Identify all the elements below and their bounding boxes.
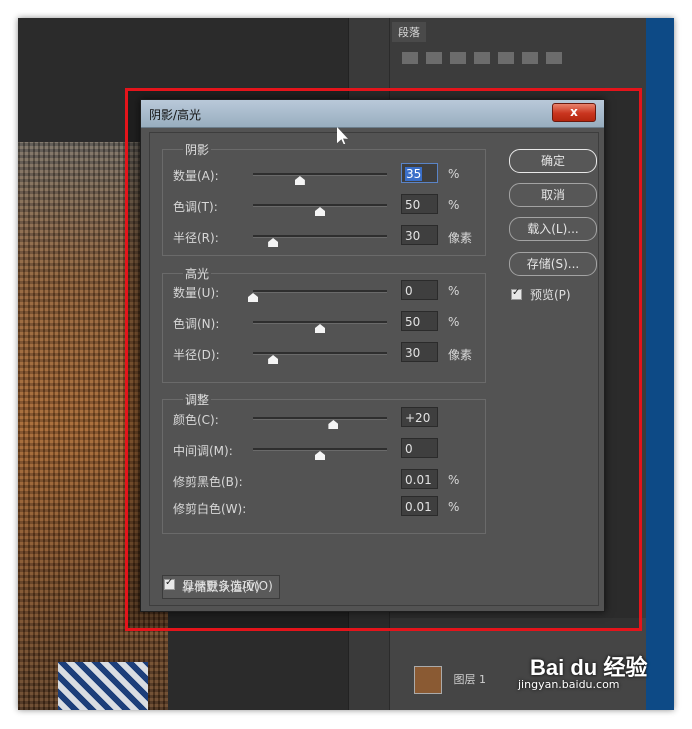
justify-all-icon[interactable] — [546, 52, 562, 64]
justify-center-icon[interactable] — [498, 52, 514, 64]
baidu-watermark: Bai du 经验 jingyan.baidu.com — [518, 650, 647, 691]
align-left-icon[interactable] — [402, 52, 418, 64]
baidu-url: jingyan.baidu.com — [518, 678, 620, 691]
highlight-frame — [125, 88, 642, 631]
layer-thumbnail — [414, 666, 442, 694]
justify-left-icon[interactable] — [474, 52, 490, 64]
right-edge-panel — [646, 18, 674, 710]
canvas-image-detail — [58, 662, 148, 710]
paragraph-align-buttons — [402, 52, 562, 64]
layer-name: 图层 1 — [453, 673, 487, 686]
paragraph-panel-tab[interactable]: 段落 — [392, 22, 426, 42]
justify-right-icon[interactable] — [522, 52, 538, 64]
align-right-icon[interactable] — [450, 52, 466, 64]
align-center-icon[interactable] — [426, 52, 442, 64]
